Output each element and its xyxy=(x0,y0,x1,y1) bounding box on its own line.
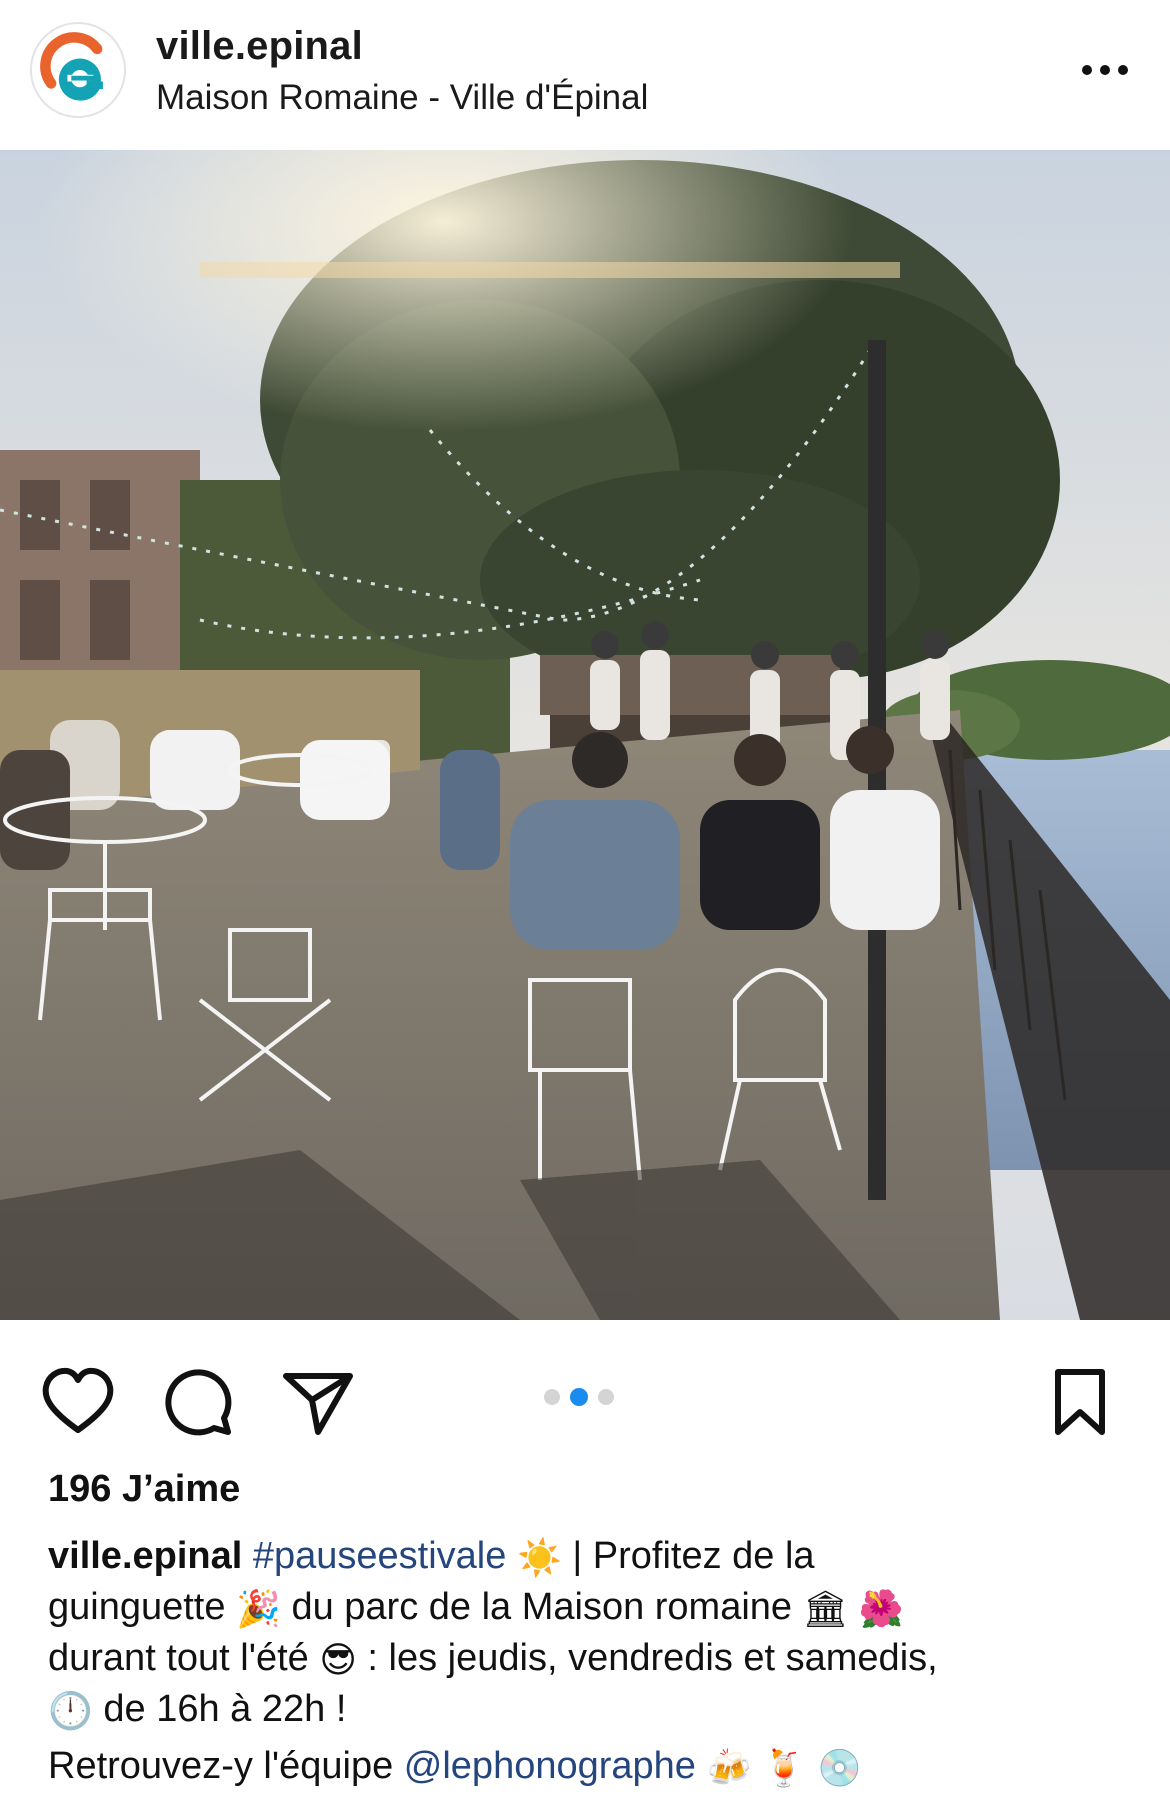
caption-text: guinguette xyxy=(48,1586,237,1628)
caption-text: durant tout l'été xyxy=(48,1637,320,1679)
post-caption: ville.epinal #pauseestivale ☀️ | Profite… xyxy=(48,1532,1138,1793)
carousel-dot xyxy=(544,1389,560,1405)
sunglasses-emoji: 😎 xyxy=(319,1640,357,1681)
guinguette-photo xyxy=(0,150,1170,1320)
caption-text: Retrouvez-y l'équipe xyxy=(48,1745,404,1787)
more-dot xyxy=(1118,65,1128,75)
comment-bubble-icon[interactable] xyxy=(158,1362,238,1442)
bookmark-icon[interactable] xyxy=(1040,1362,1120,1442)
building-emoji: 🏛 xyxy=(802,1589,849,1630)
post-photo[interactable] xyxy=(0,150,1170,1320)
heart-icon[interactable] xyxy=(38,1362,118,1442)
more-horizontal-icon xyxy=(1082,65,1092,75)
epinal-e-logo-icon xyxy=(32,24,124,116)
cocktail-emoji: 🍹 xyxy=(761,1748,807,1789)
beer-emoji: 🍻 xyxy=(706,1748,752,1789)
post-location[interactable]: Maison Romaine - Ville d'Épinal xyxy=(156,78,648,118)
hashtag-link[interactable]: #pauseestivale xyxy=(253,1535,507,1577)
carousel-dot-active xyxy=(570,1388,588,1406)
caption-line: ville.epinal #pauseestivale ☀️ | Profite… xyxy=(48,1532,1138,1583)
post-header: ville.epinal Maison Romaine - Ville d'Ép… xyxy=(0,0,1170,150)
caption-text: | Profitez de la xyxy=(561,1535,815,1577)
account-avatar[interactable] xyxy=(30,22,126,118)
caption-line: durant tout l'été 😎 : les jeudis, vendre… xyxy=(48,1634,1138,1685)
carousel-dot xyxy=(598,1389,614,1405)
caption-line: Retrouvez-y l'équipe @lephonographe 🍻 🍹 … xyxy=(48,1742,1138,1793)
caption-line: 🕛 de 16h à 22h ! xyxy=(48,1685,1138,1736)
clock-emoji: 🕛 xyxy=(48,1691,93,1732)
caption-text: du parc de la Maison romaine xyxy=(280,1586,803,1628)
caption-text: : les jeudis, vendredis et samedis, xyxy=(356,1637,938,1679)
caption-username[interactable]: ville.epinal xyxy=(48,1535,242,1577)
sun-emoji: ☀️ xyxy=(516,1538,562,1579)
account-name[interactable]: ville.epinal xyxy=(156,24,363,69)
party-emoji: 🎉 xyxy=(236,1589,281,1630)
paper-plane-icon[interactable] xyxy=(278,1362,358,1442)
flower-emoji: 🌺 xyxy=(858,1589,904,1630)
more-options-button[interactable] xyxy=(1070,50,1140,90)
disc-emoji: 💿 xyxy=(817,1748,863,1789)
carousel-indicator xyxy=(544,1388,614,1406)
caption-line: guinguette 🎉 du parc de la Maison romain… xyxy=(48,1583,1138,1634)
caption-text: de 16h à 22h ! xyxy=(92,1688,347,1730)
like-count[interactable]: 196 J’aime xyxy=(48,1468,240,1511)
post-actions xyxy=(0,1320,1170,1470)
more-dot xyxy=(1100,65,1110,75)
mention-link[interactable]: @lephonographe xyxy=(404,1745,696,1787)
